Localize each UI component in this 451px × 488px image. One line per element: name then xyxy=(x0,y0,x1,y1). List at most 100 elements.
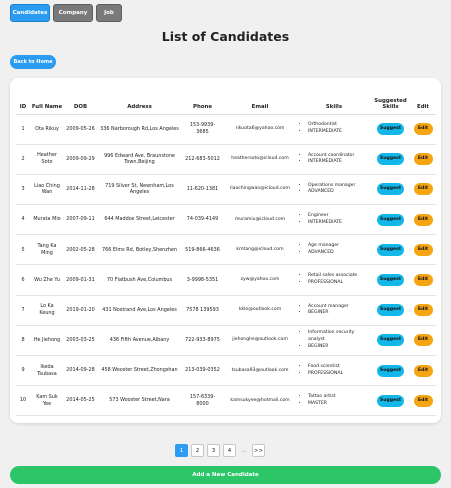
cell-edit: Edit xyxy=(410,144,436,175)
column-header-phone: Phone xyxy=(182,84,223,115)
page-2-button[interactable]: 2 xyxy=(191,444,204,457)
edit-button[interactable]: Edit xyxy=(413,213,433,226)
suggest-button[interactable]: Suggest xyxy=(377,274,404,287)
skill-name: Food scientist xyxy=(308,364,369,371)
skill-name: Age manager xyxy=(308,243,369,250)
next-page-button[interactable]: >> xyxy=(252,444,265,457)
tab-candidates[interactable]: Candidates xyxy=(10,4,50,22)
edit-button[interactable]: Edit xyxy=(413,304,433,317)
suggest-button[interactable]: Suggest xyxy=(377,153,404,166)
column-header-id: ID xyxy=(16,84,30,115)
table-row: 4 Murata Mio 2007-09-11 644 Maddox Street,L… xyxy=(16,204,436,236)
cell-dob: 2019-01-20 xyxy=(64,295,97,326)
skill-level: INTERMEDIATE xyxy=(308,129,369,136)
table-row: 3 Liao Ching Wan 2014-11-28 719 Silver St, … xyxy=(16,174,436,206)
cell-edit: Edit xyxy=(410,114,436,145)
cell-edit: Edit xyxy=(410,355,436,387)
cell-email: heathersoto@icloud.com xyxy=(223,144,297,175)
cell-skills: Operations managerADVANCED xyxy=(297,174,371,206)
suggest-button[interactable]: Suggest xyxy=(377,394,404,407)
cell-dob: 2014-09-28 xyxy=(64,355,97,387)
cell-email: kmtang@icloud.com xyxy=(223,234,297,266)
cell-id: 10 xyxy=(16,385,30,417)
cell-skills: Information security analystBEGINER xyxy=(297,325,371,357)
cell-full-name: Murata Mio xyxy=(30,204,64,236)
cell-edit: Edit xyxy=(410,264,436,296)
cell-address: 431 Nostrand Ave,Los Angeles xyxy=(97,295,182,326)
cell-address: 458 Wooster Street,Zhongshan xyxy=(97,355,182,387)
cell-skills: OrthodontistINTERMEDIATE xyxy=(297,114,371,145)
tab-job[interactable]: Job xyxy=(96,4,122,22)
table-row: 10 Kam Suk Yee 2014-05-25 573 Wooster Stree… xyxy=(16,385,436,417)
edit-button[interactable]: Edit xyxy=(413,364,433,377)
skills-list: Tattoo artistMASTER xyxy=(299,394,369,407)
cell-skills: Tattoo artistMASTER xyxy=(297,385,371,417)
skill-level: BEGINER xyxy=(308,344,369,351)
cell-id: 2 xyxy=(16,144,30,175)
cell-id: 1 xyxy=(16,114,30,145)
edit-button[interactable]: Edit xyxy=(413,274,433,287)
cell-full-name: Ikeda Tsubasa xyxy=(30,355,64,387)
edit-button[interactable]: Edit xyxy=(413,394,433,407)
cell-phone: 7578 139593 xyxy=(182,295,223,326)
cell-suggested-skills: Suggest xyxy=(371,204,410,236)
cell-edit: Edit xyxy=(410,385,436,417)
add-new-candidate-button[interactable]: Add a New Candidate xyxy=(10,466,441,484)
suggest-button[interactable]: Suggest xyxy=(377,304,404,317)
page-4-button[interactable]: 4 xyxy=(223,444,236,457)
skills-list: Account coordinatorINTERMEDIATE xyxy=(299,153,369,166)
cell-suggested-skills: Suggest xyxy=(371,144,410,175)
back-to-home-button[interactable]: Back to Home xyxy=(10,55,56,69)
table-row: 1 Ota Rikuy 2009-05-26 336 Narborough Rd,Lo… xyxy=(16,114,436,145)
suggest-button[interactable]: Suggest xyxy=(377,243,404,256)
cell-skills: Food scientistPROFESSIONAL xyxy=(297,355,371,387)
table-row: 5 Tang Ka Ming 2002-05-28 766 Elms Rd, Botl… xyxy=(16,234,436,266)
cell-phone: 3-9998-5351 xyxy=(182,264,223,296)
table-header-row: ID Full Name DOB Address Phone Email Ski… xyxy=(16,84,436,115)
cell-address: 996 Edward Ave, Braunstone Town,Beijing xyxy=(97,144,182,175)
suggest-button[interactable]: Suggest xyxy=(377,183,404,196)
edit-button[interactable]: Edit xyxy=(413,334,433,347)
pagination: 1 2 3 4 ... >> xyxy=(175,444,265,457)
suggest-button[interactable]: Suggest xyxy=(377,123,404,136)
table-row: 7 Lo Ka Keung 2019-01-20 431 Nostrand Ave,L… xyxy=(16,295,436,326)
cell-phone: 153-9939-3685 xyxy=(182,114,223,145)
cell-address: 436 Fifth Avenue,Albany xyxy=(97,325,182,357)
cell-email: jiehonghe@outlook.com xyxy=(223,325,297,357)
cell-dob: 2009-09-29 xyxy=(64,144,97,175)
edit-button[interactable]: Edit xyxy=(413,243,433,256)
cell-phone: 722-933-8975 xyxy=(182,325,223,357)
suggest-button[interactable]: Suggest xyxy=(377,334,404,347)
cell-phone: 157-6339-8000 xyxy=(182,385,223,417)
cell-suggested-skills: Suggest xyxy=(371,355,410,387)
cell-dob: 2009-05-26 xyxy=(64,114,97,145)
suggest-button[interactable]: Suggest xyxy=(377,364,404,377)
edit-button[interactable]: Edit xyxy=(413,183,433,196)
table-row: 8 He Jiehong 2003-03-25 436 Fifth Avenue,Al… xyxy=(16,325,436,357)
skills-list: Information security analystBEGINER xyxy=(299,330,369,350)
edit-button[interactable]: Edit xyxy=(413,123,433,136)
pagination-ellipsis: ... xyxy=(241,447,247,454)
candidates-table-card: ID Full Name DOB Address Phone Email Ski… xyxy=(10,78,441,423)
column-header-suggested-skills: Suggested Skills xyxy=(371,84,410,115)
table-row: 6 Wu Zhe Yu 2009-01-31 70 Flatbush Ave,Colu… xyxy=(16,264,436,296)
edit-button[interactable]: Edit xyxy=(413,153,433,166)
cell-id: 3 xyxy=(16,174,30,206)
cell-suggested-skills: Suggest xyxy=(371,325,410,357)
skill-level: ADVANCED xyxy=(308,189,369,196)
suggest-button[interactable]: Suggest xyxy=(377,213,404,226)
page-3-button[interactable]: 3 xyxy=(207,444,220,457)
cell-dob: 2002-05-28 xyxy=(64,234,97,266)
cell-email: kklo@outlook.com xyxy=(223,295,297,326)
cell-full-name: Lo Ka Keung xyxy=(30,295,64,326)
cell-email: rikuota6@yahoo.com xyxy=(223,114,297,145)
skill-level: PROFESSIONAL xyxy=(308,280,369,287)
skills-list: Age managerADVANCED xyxy=(299,243,369,256)
cell-phone: 74-039-4149 xyxy=(182,204,223,236)
cell-full-name: Tang Ka Ming xyxy=(30,234,64,266)
tab-company[interactable]: Company xyxy=(53,4,93,22)
cell-edit: Edit xyxy=(410,234,436,266)
column-header-edit: Edit xyxy=(410,84,436,115)
cell-suggested-skills: Suggest xyxy=(371,264,410,296)
page-1-button[interactable]: 1 xyxy=(175,444,188,457)
